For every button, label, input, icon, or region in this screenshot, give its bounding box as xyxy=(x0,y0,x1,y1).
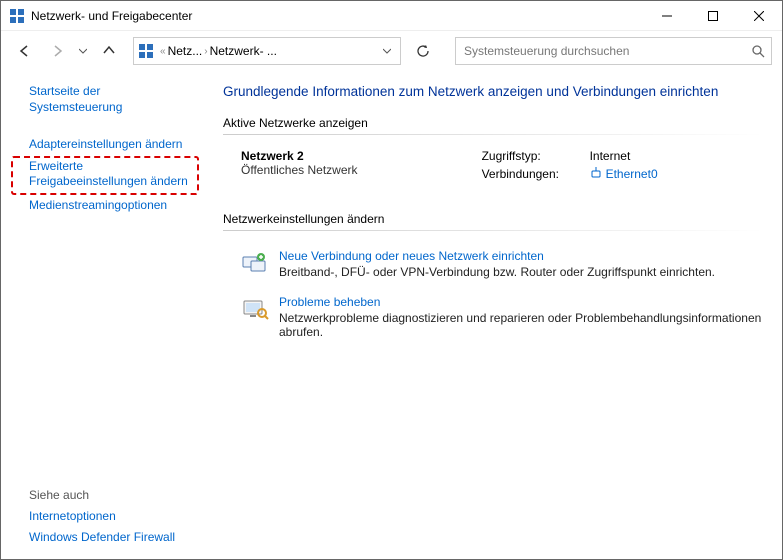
page-title: Grundlegende Informationen zum Netzwerk … xyxy=(223,83,764,102)
access-type-label: Zugriffstyp: xyxy=(482,149,582,163)
close-icon xyxy=(754,11,764,21)
body: Startseite der Systemsteuerung Adapterei… xyxy=(1,71,782,559)
chevron-down-icon xyxy=(383,47,391,55)
chevron-down-icon xyxy=(79,47,87,55)
option-title: Probleme beheben xyxy=(279,295,764,309)
refresh-icon xyxy=(416,44,430,58)
sidebar-seealso-firewall[interactable]: Windows Defender Firewall xyxy=(11,527,199,549)
close-button[interactable] xyxy=(736,1,782,31)
troubleshoot-icon xyxy=(241,295,269,323)
main: Grundlegende Informationen zum Netzwerk … xyxy=(209,71,782,559)
change-settings-label: Netzwerkeinstellungen ändern xyxy=(223,212,764,226)
option-desc: Breitband-, DFÜ- oder VPN-Verbindung bzw… xyxy=(279,265,715,279)
see-also-label: Siehe auch xyxy=(11,482,199,506)
connections-label: Verbindungen: xyxy=(482,167,582,184)
option-desc: Netzwerkprobleme diagnostizieren und rep… xyxy=(279,311,764,339)
option-troubleshoot[interactable]: Probleme beheben Netzwerkprobleme diagno… xyxy=(223,291,764,351)
sidebar-item-media[interactable]: Medienstreamingoptionen xyxy=(11,195,199,217)
titlebar: Netzwerk- und Freigabecenter xyxy=(1,1,782,31)
minimize-button[interactable] xyxy=(644,1,690,31)
minimize-icon xyxy=(662,11,672,21)
back-button[interactable] xyxy=(11,37,39,65)
breadcrumb-sep-icon: « xyxy=(160,46,166,57)
control-panel-icon xyxy=(138,43,154,59)
sidebar-seealso-internetoptions[interactable]: Internetoptionen xyxy=(11,506,199,528)
breadcrumb-seg2[interactable]: Netzwerk- ... xyxy=(210,44,277,58)
search-input[interactable] xyxy=(462,43,751,59)
active-networks-label: Aktive Netzwerke anzeigen xyxy=(223,116,764,130)
search-box[interactable] xyxy=(455,37,772,65)
connection-value: Ethernet0 xyxy=(606,167,658,181)
forward-button[interactable] xyxy=(43,37,71,65)
sidebar-item-advanced-sharing[interactable]: Erweiterte Freigabeeinstellungen ändern xyxy=(11,156,199,195)
divider xyxy=(223,230,764,231)
refresh-button[interactable] xyxy=(409,37,437,65)
breadcrumb-dropdown[interactable] xyxy=(372,38,400,64)
maximize-icon xyxy=(708,11,718,21)
window: Netzwerk- und Freigabecenter xyxy=(0,0,783,560)
sidebar: Startseite der Systemsteuerung Adapterei… xyxy=(1,71,209,559)
breadcrumb[interactable]: « Netz... › Netzwerk- ... xyxy=(133,37,401,65)
recent-dropdown[interactable] xyxy=(75,37,91,65)
arrow-up-icon xyxy=(102,44,116,58)
chevron-right-icon: › xyxy=(204,46,207,57)
arrow-right-icon xyxy=(50,44,64,58)
option-new-connection[interactable]: Neue Verbindung oder neues Netzwerk einr… xyxy=(223,245,764,291)
divider xyxy=(223,134,764,135)
app-icon xyxy=(9,8,25,24)
toolbar: « Netz... › Netzwerk- ... xyxy=(1,31,782,71)
option-title: Neue Verbindung oder neues Netzwerk einr… xyxy=(279,249,715,263)
ethernet-icon xyxy=(590,167,602,181)
up-button[interactable] xyxy=(95,37,123,65)
connection-link[interactable]: Ethernet0 xyxy=(590,167,658,181)
search-icon xyxy=(751,44,765,58)
breadcrumb-seg1[interactable]: Netz... xyxy=(168,44,203,58)
network-name: Netzwerk 2 xyxy=(241,149,482,163)
network-type: Öffentliches Netzwerk xyxy=(241,163,482,177)
sidebar-item-adapter[interactable]: Adaptereinstellungen ändern xyxy=(11,134,199,156)
network-row: Netzwerk 2 Öffentliches Netzwerk Zugriff… xyxy=(223,149,764,184)
new-connection-icon xyxy=(241,249,269,277)
maximize-button[interactable] xyxy=(690,1,736,31)
arrow-left-icon xyxy=(18,44,32,58)
window-title: Netzwerk- und Freigabecenter xyxy=(31,9,192,23)
access-type-value: Internet xyxy=(590,149,764,163)
sidebar-item-home[interactable]: Startseite der Systemsteuerung xyxy=(11,81,199,118)
